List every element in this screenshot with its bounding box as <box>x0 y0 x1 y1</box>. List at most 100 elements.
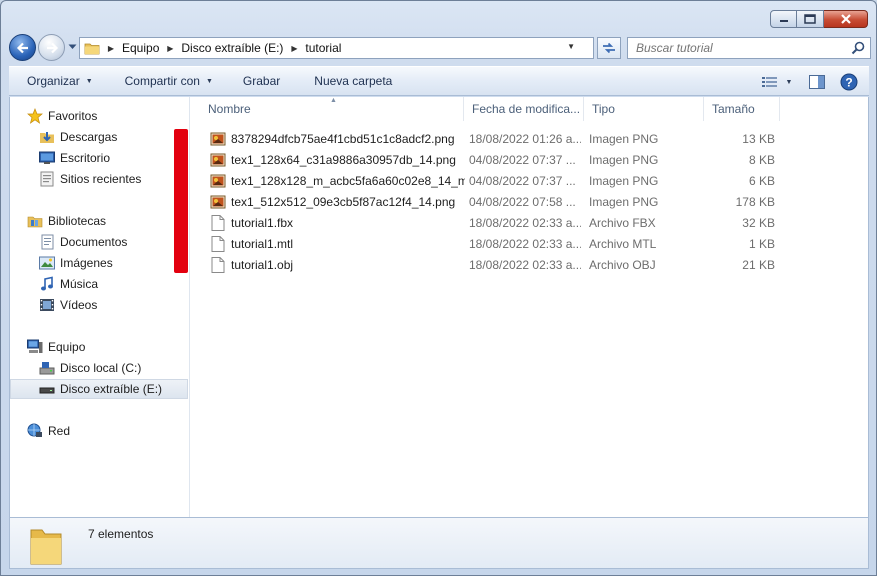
file-type: Imagen PNG <box>589 152 659 167</box>
minimize-button[interactable] <box>770 10 797 28</box>
nav-item-escritorio[interactable]: Escritorio <box>38 148 110 168</box>
nav-item-musica[interactable]: Música <box>38 274 98 294</box>
search-icon[interactable] <box>851 41 865 58</box>
pictures-icon <box>38 255 56 271</box>
file-date: 18/08/2022 02:33 a... <box>469 215 581 230</box>
help-icon: ? <box>840 73 858 91</box>
close-icon <box>840 14 851 24</box>
file-row[interactable]: tutorial1.fbx 18/08/2022 02:33 a... Archiv… <box>200 212 870 233</box>
new-folder-button[interactable]: Nueva carpeta <box>304 69 402 93</box>
file-date: 18/08/2022 02:33 a... <box>469 236 581 251</box>
file-type: Imagen PNG <box>589 173 659 188</box>
breadcrumb-drive[interactable]: Disco extraíble (E:) <box>177 41 287 55</box>
command-bar: Organizar ▼ Compartir con ▼ Grabar Nueva… <box>9 66 869 96</box>
file-size: 6 KB <box>748 173 775 188</box>
details-pane: 7 elementos <box>9 517 869 569</box>
blank-file-icon <box>210 235 226 252</box>
png-image-icon <box>210 194 226 210</box>
nav-favorites[interactable]: Favoritos <box>26 106 97 126</box>
file-row[interactable]: 8378294dfcb75ae4f1cbd51c1c8adcf2.png 18/0… <box>200 128 870 149</box>
nav-item-documentos[interactable]: Documentos <box>38 232 127 252</box>
refresh-button[interactable] <box>597 37 621 59</box>
file-type: Archivo MTL <box>589 236 657 251</box>
share-button[interactable]: Compartir con ▼ <box>115 69 223 93</box>
file-size: 178 KB <box>735 194 775 209</box>
file-name-cell[interactable]: tutorial1.fbx <box>210 212 465 233</box>
column-header-label: Fecha de modifica... <box>472 102 581 116</box>
forward-button[interactable] <box>38 34 65 61</box>
file-list: Nombre ▲ Fecha de modifica... Tipo Tamañ… <box>200 97 870 517</box>
file-name-cell[interactable]: tex1_128x64_c31a9886a30957db_14.png <box>210 149 465 170</box>
file-date: 04/08/2022 07:58 ... <box>469 194 576 209</box>
png-image-icon <box>210 173 226 189</box>
maximize-button[interactable] <box>797 10 824 28</box>
file-type: Imagen PNG <box>589 131 659 146</box>
nav-item-videos[interactable]: Vídeos <box>38 295 97 315</box>
nav-libraries[interactable]: Bibliotecas <box>26 211 106 231</box>
chevron-down-icon <box>68 44 76 49</box>
view-details-icon <box>761 77 777 87</box>
column-header-label: Tipo <box>592 102 615 116</box>
nav-item-local-disk[interactable]: Disco local (C:) <box>38 358 141 378</box>
file-row[interactable]: tutorial1.obj 18/08/2022 02:33 a... Archiv… <box>200 254 870 275</box>
computer-icon <box>26 339 44 355</box>
breadcrumb-separator-icon[interactable]: ▶ <box>287 44 301 53</box>
search-box[interactable] <box>627 37 871 59</box>
search-input[interactable] <box>628 38 838 58</box>
column-header-type[interactable]: Tipo <box>584 97 704 121</box>
help-button[interactable]: ? <box>837 70 861 94</box>
file-date: 04/08/2022 07:37 ... <box>469 152 576 167</box>
file-row[interactable]: tutorial1.mtl 18/08/2022 02:33 a... Archiv… <box>200 233 870 254</box>
burn-button[interactable]: Grabar <box>233 69 290 93</box>
breadcrumb-separator-icon[interactable]: ▶ <box>104 44 118 53</box>
preview-pane-icon <box>809 75 825 89</box>
file-date: 18/08/2022 02:33 a... <box>469 257 581 272</box>
close-button[interactable] <box>824 10 868 28</box>
svg-text:?: ? <box>845 76 852 90</box>
desktop-icon <box>38 150 56 166</box>
sort-ascending-icon: ▲ <box>330 97 337 104</box>
nav-network[interactable]: Red <box>26 421 70 441</box>
nav-network-label: Red <box>48 424 71 438</box>
file-name-cell[interactable]: 8378294dfcb75ae4f1cbd51c1c8adcf2.png <box>210 128 465 149</box>
nav-item-imagenes[interactable]: Imágenes <box>38 253 113 273</box>
breadcrumb-separator-icon[interactable]: ▶ <box>163 44 177 53</box>
refresh-icon <box>603 42 615 54</box>
network-icon <box>26 423 44 439</box>
file-name: tex1_512x512_09e3cb5f87ac12f4_14.png <box>231 194 456 209</box>
column-header-size[interactable]: Tamaño <box>704 97 780 121</box>
address-bar[interactable]: ▶ Equipo ▶ Disco extraíble (E:) ▶ tutori… <box>79 37 594 59</box>
nav-item-label: Vídeos <box>60 298 98 312</box>
file-type: Imagen PNG <box>589 194 659 209</box>
caption-buttons <box>770 10 868 28</box>
file-row[interactable]: tex1_128x128_m_acbc5fa6a60c02e8_14_m... 0… <box>200 170 870 191</box>
breadcrumb-equipo[interactable]: Equipo <box>118 41 163 55</box>
column-header-name[interactable]: Nombre ▲ <box>200 97 464 121</box>
nav-computer[interactable]: Equipo <box>26 337 85 357</box>
nav-item-removable-disk[interactable]: Disco extraíble (E:) <box>10 379 188 399</box>
recent-pages-button[interactable] <box>67 42 77 52</box>
change-view-button[interactable]: ▼ <box>757 70 797 94</box>
folder-large-icon <box>28 526 64 569</box>
downloads-icon <box>38 129 56 145</box>
breadcrumb-folder[interactable]: tutorial <box>301 41 345 55</box>
file-name-cell[interactable]: tutorial1.mtl <box>210 233 465 254</box>
nav-item-descargas[interactable]: Descargas <box>38 127 117 147</box>
file-name: tutorial1.fbx <box>231 215 294 230</box>
nav-libraries-label: Bibliotecas <box>48 214 107 228</box>
file-row[interactable]: tex1_512x512_09e3cb5f87ac12f4_14.png 04/0… <box>200 191 870 212</box>
file-row[interactable]: tex1_128x64_c31a9886a30957db_14.png 04/08… <box>200 149 870 170</box>
address-dropdown-icon[interactable]: ▼ <box>567 42 575 51</box>
preview-pane-button[interactable] <box>805 70 829 94</box>
new-folder-label: Nueva carpeta <box>314 74 393 88</box>
organize-button[interactable]: Organizar ▼ <box>17 69 103 93</box>
nav-item-sitios-recientes[interactable]: Sitios recientes <box>38 169 141 189</box>
nav-favorites-label: Favoritos <box>48 109 98 123</box>
file-name-cell[interactable]: tex1_128x128_m_acbc5fa6a60c02e8_14_m... <box>210 170 465 191</box>
file-name-cell[interactable]: tex1_512x512_09e3cb5f87ac12f4_14.png <box>210 191 465 212</box>
png-image-icon <box>210 152 226 168</box>
back-button[interactable] <box>9 34 36 61</box>
column-header-date[interactable]: Fecha de modifica... <box>464 97 584 121</box>
nav-item-label: Sitios recientes <box>60 172 142 186</box>
file-name-cell[interactable]: tutorial1.obj <box>210 254 465 275</box>
